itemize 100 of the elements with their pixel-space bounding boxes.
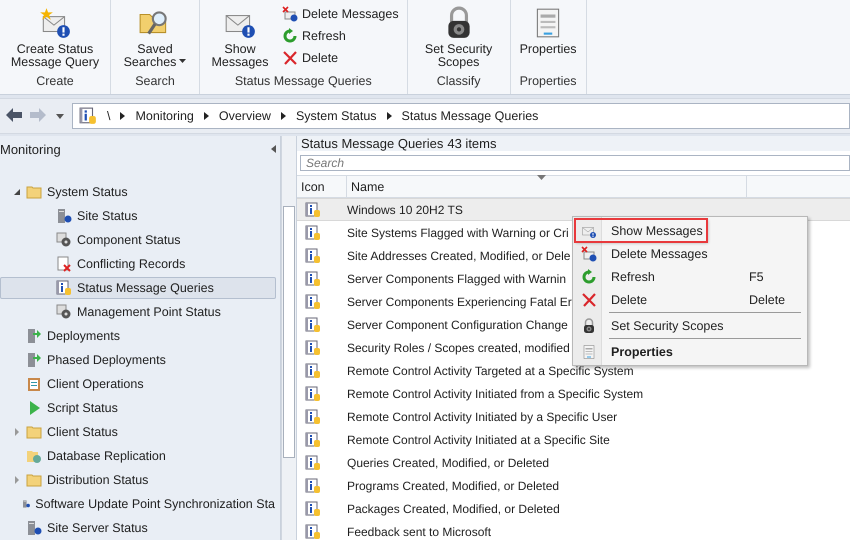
query-document-icon (305, 202, 321, 218)
forward-arrow-icon (29, 106, 47, 122)
menu-item[interactable]: Refresh F5 (575, 265, 805, 288)
tree-item[interactable]: System Status (0, 181, 276, 203)
node-icon (56, 232, 72, 248)
query-document-icon (305, 224, 321, 240)
query-document-icon (305, 248, 321, 264)
query-document-icon (305, 500, 321, 516)
table-cell[interactable]: Remote Control Activity Targeted at a Specific System (347, 364, 634, 378)
breadcrumb[interactable]: \ (107, 109, 110, 123)
menu-item[interactable]: Delete Messages (575, 242, 805, 265)
scrollbar[interactable] (281, 136, 296, 540)
expander-icon[interactable] (13, 188, 21, 196)
breadcrumb[interactable]: System Status (296, 109, 377, 123)
query-document-icon (79, 107, 97, 125)
table-cell[interactable]: Feedback sent to Microsoft (347, 524, 492, 538)
folder-icon (26, 184, 42, 200)
menu-item[interactable]: Show Messages (575, 219, 707, 242)
tree-item[interactable]: Conflicting Records (0, 253, 276, 275)
table-cell[interactable]: Queries Created, Modified, or Deleted (347, 456, 550, 470)
query-document-icon (305, 478, 321, 494)
item-count: 43 items (447, 136, 496, 151)
group-label: Properties (518, 74, 578, 90)
delete-icon (282, 50, 298, 66)
breadcrumb[interactable]: Status Message Queries (402, 109, 538, 123)
node-icon (56, 256, 72, 272)
menu-item[interactable]: Properties (575, 340, 805, 363)
table-cell[interactable]: Remote Control Activity Initiated from a Specific System (347, 386, 644, 400)
node-icon (56, 208, 72, 224)
tree-item[interactable]: Phased Deployments (0, 349, 276, 371)
chevron-icon[interactable] (120, 112, 126, 120)
ribbon-button[interactable]: Saved Searches (117, 4, 193, 71)
tree-item[interactable]: Management Point Status (0, 301, 276, 323)
ribbon-button[interactable]: Properties (516, 4, 580, 58)
table-cell[interactable]: Server Components Experiencing Fatal Er (347, 294, 572, 308)
table-cell[interactable]: Server Component Configuration Change (347, 318, 568, 332)
ribbon-button[interactable]: Create Status Message Query (6, 4, 104, 71)
refresh-icon (282, 28, 298, 44)
column-header[interactable]: Name (347, 176, 747, 197)
chevron-icon[interactable] (280, 112, 286, 120)
table-cell[interactable]: Programs Created, Modified, or Deleted (347, 478, 560, 492)
folder-icon (26, 472, 42, 488)
table-cell[interactable]: Windows 10 20H2 TS (347, 202, 463, 216)
table-cell[interactable]: Site Addresses Created, Modified, or Dele (347, 248, 570, 262)
node-icon (26, 448, 42, 464)
search-field[interactable]: Search (300, 155, 850, 171)
query-document-icon (305, 432, 321, 448)
tree-item[interactable]: Script Status (0, 397, 276, 419)
table-cell[interactable]: Remote Control Activity Initiated by a Specific User (347, 410, 618, 424)
envelope-x-icon (282, 6, 298, 22)
table-cell[interactable]: Site Systems Flagged with Warning or Cri (347, 226, 569, 240)
group-label: Status Message Queries (234, 74, 373, 90)
query-document-icon (305, 408, 321, 424)
tree-item[interactable]: Site Status (0, 205, 276, 227)
list-title: Status Message Queries (301, 136, 444, 151)
dropdown-icon[interactable] (56, 114, 64, 118)
column-header[interactable]: Icon (297, 176, 347, 197)
node-icon (26, 376, 42, 392)
padlock-icon (581, 318, 597, 334)
tree-item[interactable]: Distribution Status (0, 469, 276, 491)
query-document-icon (305, 270, 321, 286)
collapse-icon[interactable] (271, 145, 276, 153)
tree-item[interactable]: Database Replication (0, 445, 276, 467)
ribbon-button[interactable]: Refresh (280, 26, 401, 46)
group-label: Create (35, 74, 75, 90)
breadcrumb[interactable]: Monitoring (135, 109, 194, 123)
group-label: Classify (436, 74, 482, 90)
sort-icon (537, 175, 546, 180)
document-icon (581, 344, 597, 360)
menu-item[interactable]: Delete Delete (575, 288, 805, 311)
query-document-icon (305, 454, 321, 470)
ribbon-button[interactable]: Delete Messages (280, 4, 401, 24)
table-cell[interactable]: Remote Control Activity Initiated at a Specific Site (347, 432, 610, 446)
table-cell[interactable]: Packages Created, Modified, or Deleted (347, 502, 560, 516)
ribbon-button[interactable]: Delete (280, 48, 401, 68)
tree-item[interactable]: Deployments (0, 325, 276, 347)
tree-item[interactable]: Site Server Status (0, 517, 276, 539)
table-cell[interactable]: Server Components Flagged with Warnin (347, 272, 566, 286)
tree-item[interactable]: Software Update Point Synchronization Sta (0, 493, 276, 515)
breadcrumb[interactable]: Overview (218, 109, 271, 123)
query-document-icon (305, 316, 321, 332)
tree-item[interactable]: Client Status (0, 421, 276, 443)
node-icon (56, 304, 72, 320)
query-document-icon (305, 294, 321, 310)
table-cell[interactable]: Security Roles / Scopes created, modified (347, 340, 570, 354)
ribbon-button[interactable]: Show Messages (206, 4, 274, 71)
menu-item[interactable]: Set Security Scopes (575, 314, 805, 337)
chevron-icon[interactable] (386, 112, 392, 120)
ribbon-button[interactable]: Set Security Scopes (414, 4, 504, 71)
node-icon (26, 328, 42, 344)
pane-title: Monitoring (0, 142, 61, 156)
tree-item[interactable]: Component Status (0, 229, 276, 251)
address-bar[interactable]: \ Monitoring Overview System Status Status Message Queries (72, 103, 850, 129)
tree-item[interactable]: Client Operations (0, 373, 276, 395)
query-document-icon (305, 362, 321, 378)
folder-icon (26, 424, 42, 440)
envelope-x-icon (581, 246, 597, 262)
query-document-icon (305, 340, 321, 356)
chevron-icon[interactable] (204, 112, 209, 120)
tree-item[interactable]: Status Message Queries (0, 277, 276, 299)
